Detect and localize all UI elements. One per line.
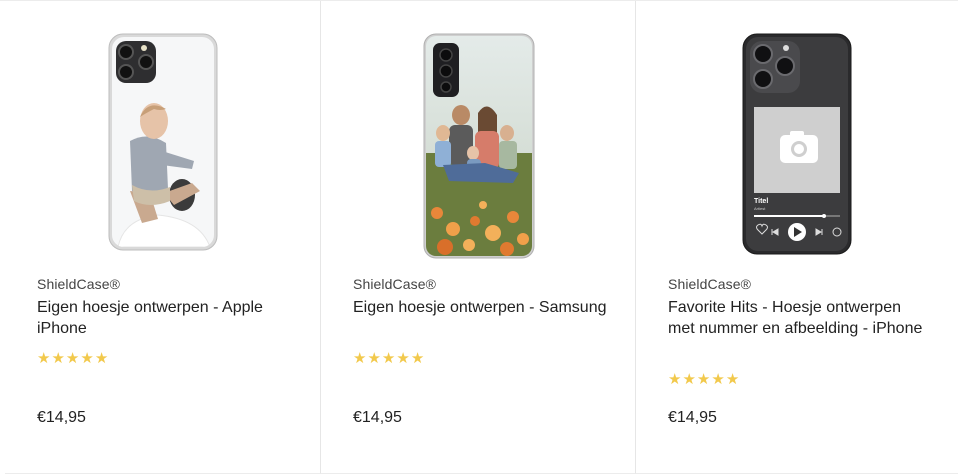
star-icon: ★ (682, 370, 696, 388)
product-title[interactable]: Eigen hoesje ontwerpen - Apple iPhone (37, 297, 297, 339)
product-brand: ShieldCase® (353, 276, 437, 292)
product-card[interactable]: ShieldCase® Eigen hoesje ontwerpen - Sam… (320, 1, 636, 474)
mock-song-title: Titel (754, 198, 768, 205)
product-image[interactable]: Titel Artiest (636, 33, 958, 261)
product-image[interactable] (5, 33, 321, 261)
product-card[interactable]: ShieldCase® Eigen hoesje ontwerpen - App… (5, 1, 321, 474)
iphone-case-music-player-icon: Titel Artiest (742, 33, 852, 255)
product-title[interactable]: Eigen hoesje ontwerpen - Samsung (353, 297, 613, 318)
mock-song-artist: Artiest (754, 206, 766, 211)
star-icon: ★ (711, 370, 725, 388)
rating-stars: ★ ★ ★ ★ ★ (37, 351, 108, 366)
iphone-case-baby-photo-icon (108, 33, 218, 251)
product-grid: ShieldCase® Eigen hoesje ontwerpen - App… (0, 0, 958, 474)
rating-stars: ★ ★ ★ ★ ★ (668, 372, 739, 387)
star-icon: ★ (381, 349, 396, 367)
star-icon: ★ (37, 349, 51, 367)
product-image[interactable] (321, 33, 636, 261)
star-icon: ★ (353, 349, 367, 367)
star-icon: ★ (725, 370, 740, 388)
star-icon: ★ (668, 370, 682, 388)
star-icon: ★ (410, 349, 425, 367)
product-brand: ShieldCase® (668, 276, 752, 292)
star-icon: ★ (396, 349, 410, 367)
samsung-case-family-photo-icon (423, 33, 534, 259)
product-brand: ShieldCase® (37, 276, 121, 292)
product-title[interactable]: Favorite Hits - Hoesje ontwerpen met num… (668, 297, 928, 339)
product-price: €14,95 (668, 409, 717, 426)
product-price: €14,95 (37, 409, 86, 426)
product-card[interactable]: Titel Artiest ShieldCase® Favorite Hits … (635, 1, 958, 474)
star-icon: ★ (51, 349, 65, 367)
star-icon: ★ (94, 349, 109, 367)
star-icon: ★ (80, 349, 94, 367)
star-icon: ★ (367, 349, 381, 367)
rating-stars: ★ ★ ★ ★ ★ (353, 351, 424, 366)
product-price: €14,95 (353, 409, 402, 426)
star-icon: ★ (65, 349, 80, 367)
star-icon: ★ (696, 370, 711, 388)
